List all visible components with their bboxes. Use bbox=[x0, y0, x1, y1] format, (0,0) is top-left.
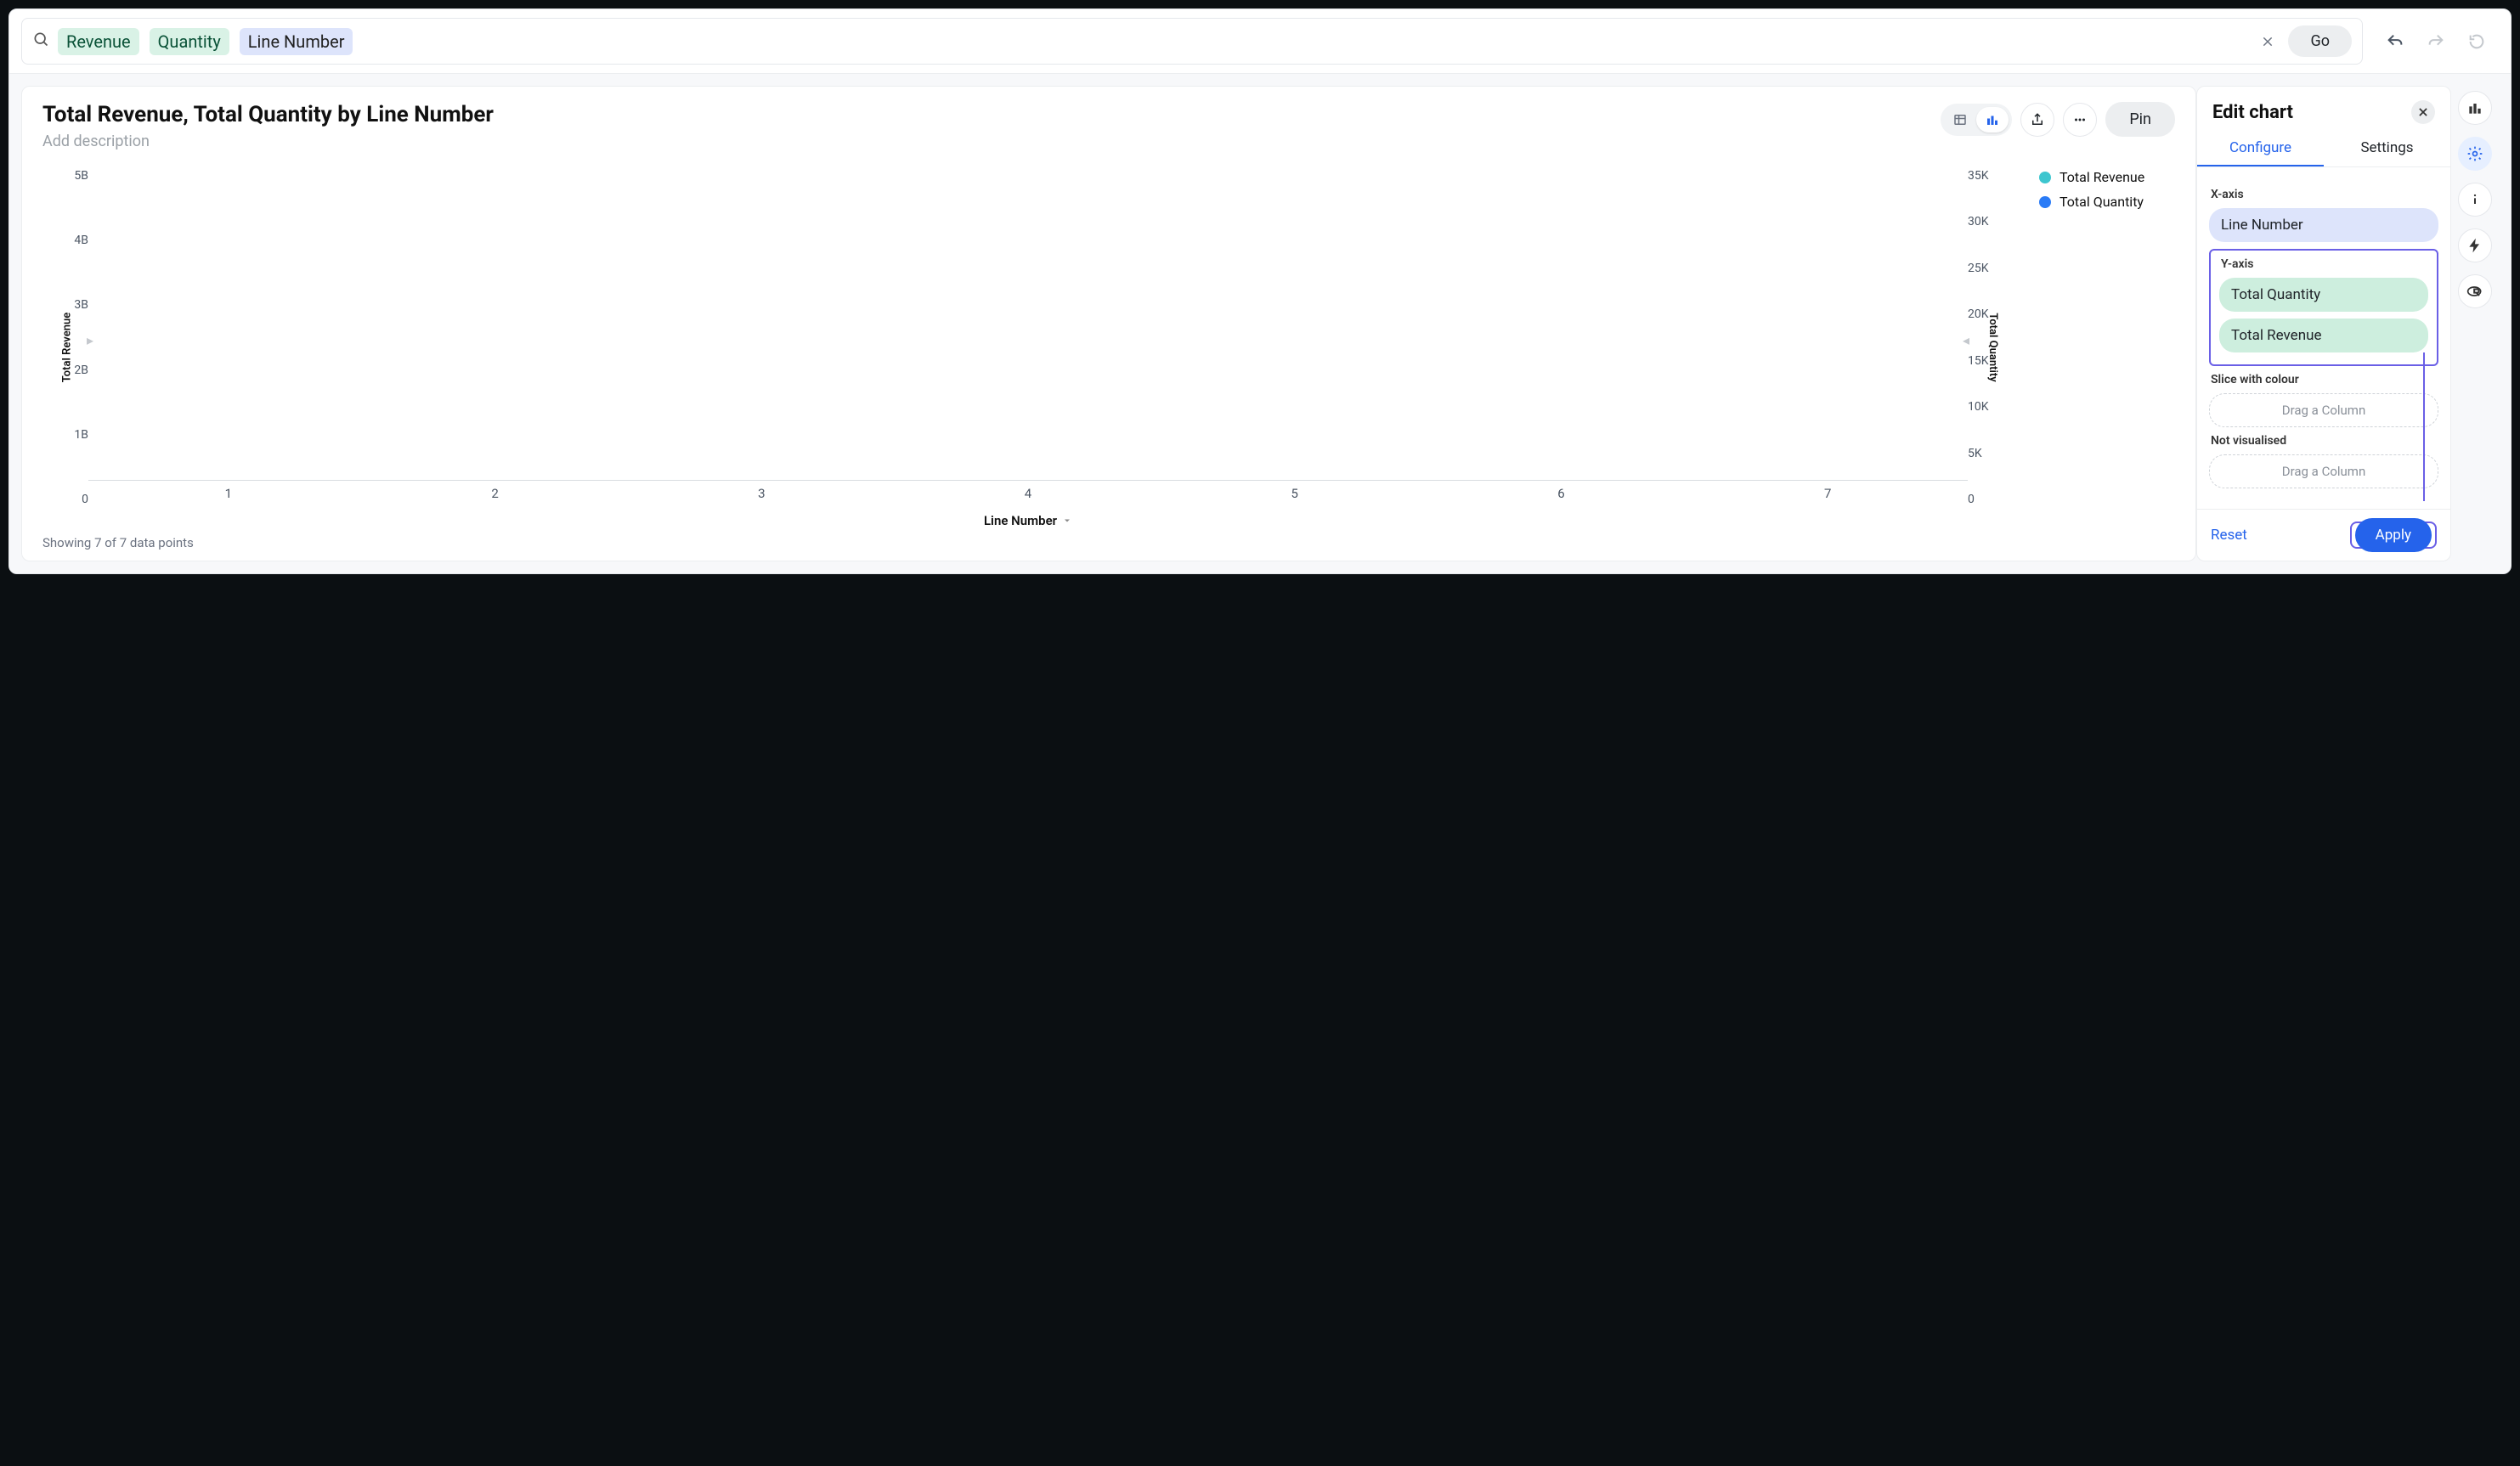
edit-chart-panel: Edit chart Configure Settings X-axis Lin… bbox=[2196, 86, 2451, 561]
y-right-tick: 30K bbox=[1968, 215, 1989, 228]
search-tag-line-number[interactable]: Line Number bbox=[240, 28, 353, 55]
history-nav bbox=[2373, 25, 2499, 59]
chart-header: Total Revenue, Total Quantity by Line Nu… bbox=[42, 102, 2175, 150]
y-left-tick: 4B bbox=[74, 234, 88, 247]
y-right-tick: 15K bbox=[1968, 354, 1989, 368]
tab-configure[interactable]: Configure bbox=[2197, 131, 2324, 166]
app-frame: Revenue Quantity Line Number Go bbox=[8, 8, 2512, 574]
panel-body: X-axis Line Number Y-axis Total Quantity… bbox=[2197, 167, 2450, 509]
chart-card: Total Revenue, Total Quantity by Line Nu… bbox=[21, 86, 2196, 561]
tab-settings[interactable]: Settings bbox=[2324, 131, 2450, 166]
apply-button[interactable]: Apply bbox=[2355, 518, 2432, 552]
share-button[interactable] bbox=[2020, 103, 2054, 137]
rail-lightning-icon[interactable] bbox=[2458, 228, 2492, 262]
x-tick: 6 bbox=[1428, 486, 1695, 501]
y-left-arrow-icon: ▸ bbox=[87, 332, 93, 348]
x-axis: 1234567 bbox=[88, 481, 1968, 501]
close-panel-button[interactable] bbox=[2411, 100, 2435, 124]
chart-footer-note: Showing 7 of 7 data points bbox=[42, 535, 2175, 550]
x-tick: 2 bbox=[362, 486, 629, 501]
x-tick: 5 bbox=[1161, 486, 1428, 501]
chart-body: Total Revenue ▸ 5B 4B 3B 2B 1B 0 1234567 bbox=[42, 166, 2175, 528]
rail-chart-icon[interactable] bbox=[2458, 91, 2492, 125]
x-tick: 4 bbox=[895, 486, 1161, 501]
panel-tabs: Configure Settings bbox=[2197, 131, 2450, 167]
search-tag-revenue[interactable]: Revenue bbox=[58, 28, 139, 55]
search-tag-quantity[interactable]: Quantity bbox=[150, 28, 229, 55]
go-button[interactable]: Go bbox=[2288, 25, 2352, 57]
y-left-tick: 0 bbox=[82, 493, 88, 506]
y-axis-chip-revenue[interactable]: Total Revenue bbox=[2219, 319, 2428, 352]
legend-label: Total Revenue bbox=[2060, 169, 2144, 185]
search-icon bbox=[32, 31, 49, 52]
legend-item-quantity[interactable]: Total Quantity bbox=[2039, 194, 2175, 210]
chart-description[interactable]: Add description bbox=[42, 133, 1929, 150]
chart-title: Total Revenue, Total Quantity by Line Nu… bbox=[42, 102, 1929, 127]
view-toggle bbox=[1941, 104, 2012, 136]
table-view-button[interactable] bbox=[1944, 107, 1976, 133]
x-tick: 7 bbox=[1694, 486, 1961, 501]
rail-info-icon[interactable] bbox=[2458, 183, 2492, 217]
legend-item-revenue[interactable]: Total Revenue bbox=[2039, 169, 2175, 185]
y-axis-chip-quantity[interactable]: Total Quantity bbox=[2219, 278, 2428, 312]
y-left-label: Total Revenue bbox=[61, 312, 74, 381]
right-rail bbox=[2451, 86, 2499, 561]
y-right-tick: 20K bbox=[1968, 307, 1989, 321]
y-left-tick: 1B bbox=[74, 428, 88, 442]
y-right-tick: 0 bbox=[1968, 493, 1975, 506]
undo-button[interactable] bbox=[2378, 25, 2412, 59]
rail-settings-icon[interactable] bbox=[2458, 137, 2492, 171]
y-axis-section-label: Y-axis bbox=[2221, 257, 2428, 271]
x-axis-chip[interactable]: Line Number bbox=[2209, 208, 2438, 242]
chart-legend: Total Revenue Total Quantity bbox=[2039, 166, 2175, 528]
plot: 1234567 Line Number bbox=[88, 166, 1968, 528]
legend-swatch bbox=[2039, 196, 2051, 208]
pin-button[interactable]: Pin bbox=[2105, 102, 2175, 137]
x-axis-label[interactable]: Line Number bbox=[984, 513, 1072, 528]
search-input[interactable]: Revenue Quantity Line Number Go bbox=[21, 18, 2363, 65]
x-tick: 3 bbox=[628, 486, 895, 501]
rail-r-icon[interactable] bbox=[2458, 274, 2492, 308]
legend-swatch bbox=[2039, 172, 2051, 183]
reset-button[interactable] bbox=[2460, 25, 2494, 59]
y-right-tick: 10K bbox=[1968, 400, 1989, 414]
y-axis-highlight: Y-axis Total Quantity Total Revenue bbox=[2209, 249, 2438, 366]
y-right-arrow-icon: ◂ bbox=[1963, 332, 1969, 348]
y-left-tick: 5B bbox=[74, 169, 88, 183]
clear-search-button[interactable] bbox=[2256, 30, 2280, 54]
bars bbox=[88, 166, 1968, 481]
chart-plot-area: Total Revenue ▸ 5B 4B 3B 2B 1B 0 1234567 bbox=[42, 166, 2014, 528]
x-axis-section-label: X-axis bbox=[2211, 188, 2438, 201]
y-right-label: Total Quantity bbox=[1986, 313, 1999, 381]
notvis-section-label: Not visualised bbox=[2211, 434, 2438, 448]
top-bar: Revenue Quantity Line Number Go bbox=[9, 9, 2511, 74]
notvis-dropzone[interactable]: Drag a Column bbox=[2209, 454, 2438, 488]
y-right-tick: 5K bbox=[1968, 447, 1982, 460]
y-left-tick: 2B bbox=[74, 364, 88, 377]
reset-link[interactable]: Reset bbox=[2211, 527, 2247, 544]
panel-title: Edit chart bbox=[2212, 102, 2293, 123]
y-right-tick: 35K bbox=[1968, 169, 1989, 183]
chevron-down-icon bbox=[1062, 516, 1072, 526]
legend-label: Total Quantity bbox=[2060, 194, 2144, 210]
chart-toolbar: Pin bbox=[1941, 102, 2175, 137]
chart-view-button[interactable] bbox=[1976, 107, 2009, 133]
apply-highlight: Apply bbox=[2350, 522, 2437, 549]
y-left-tick: 3B bbox=[74, 298, 88, 312]
x-tick: 1 bbox=[95, 486, 362, 501]
slice-dropzone[interactable]: Drag a Column bbox=[2209, 393, 2438, 427]
more-button[interactable] bbox=[2063, 103, 2097, 137]
body: Total Revenue, Total Quantity by Line Nu… bbox=[9, 74, 2511, 573]
y-right-tick: 25K bbox=[1968, 262, 1989, 275]
slice-section-label: Slice with colour bbox=[2211, 373, 2438, 386]
panel-footer: Reset Apply bbox=[2197, 509, 2450, 561]
redo-button[interactable] bbox=[2419, 25, 2453, 59]
highlight-connector bbox=[2423, 352, 2426, 501]
x-axis-label-text: Line Number bbox=[984, 513, 1057, 528]
